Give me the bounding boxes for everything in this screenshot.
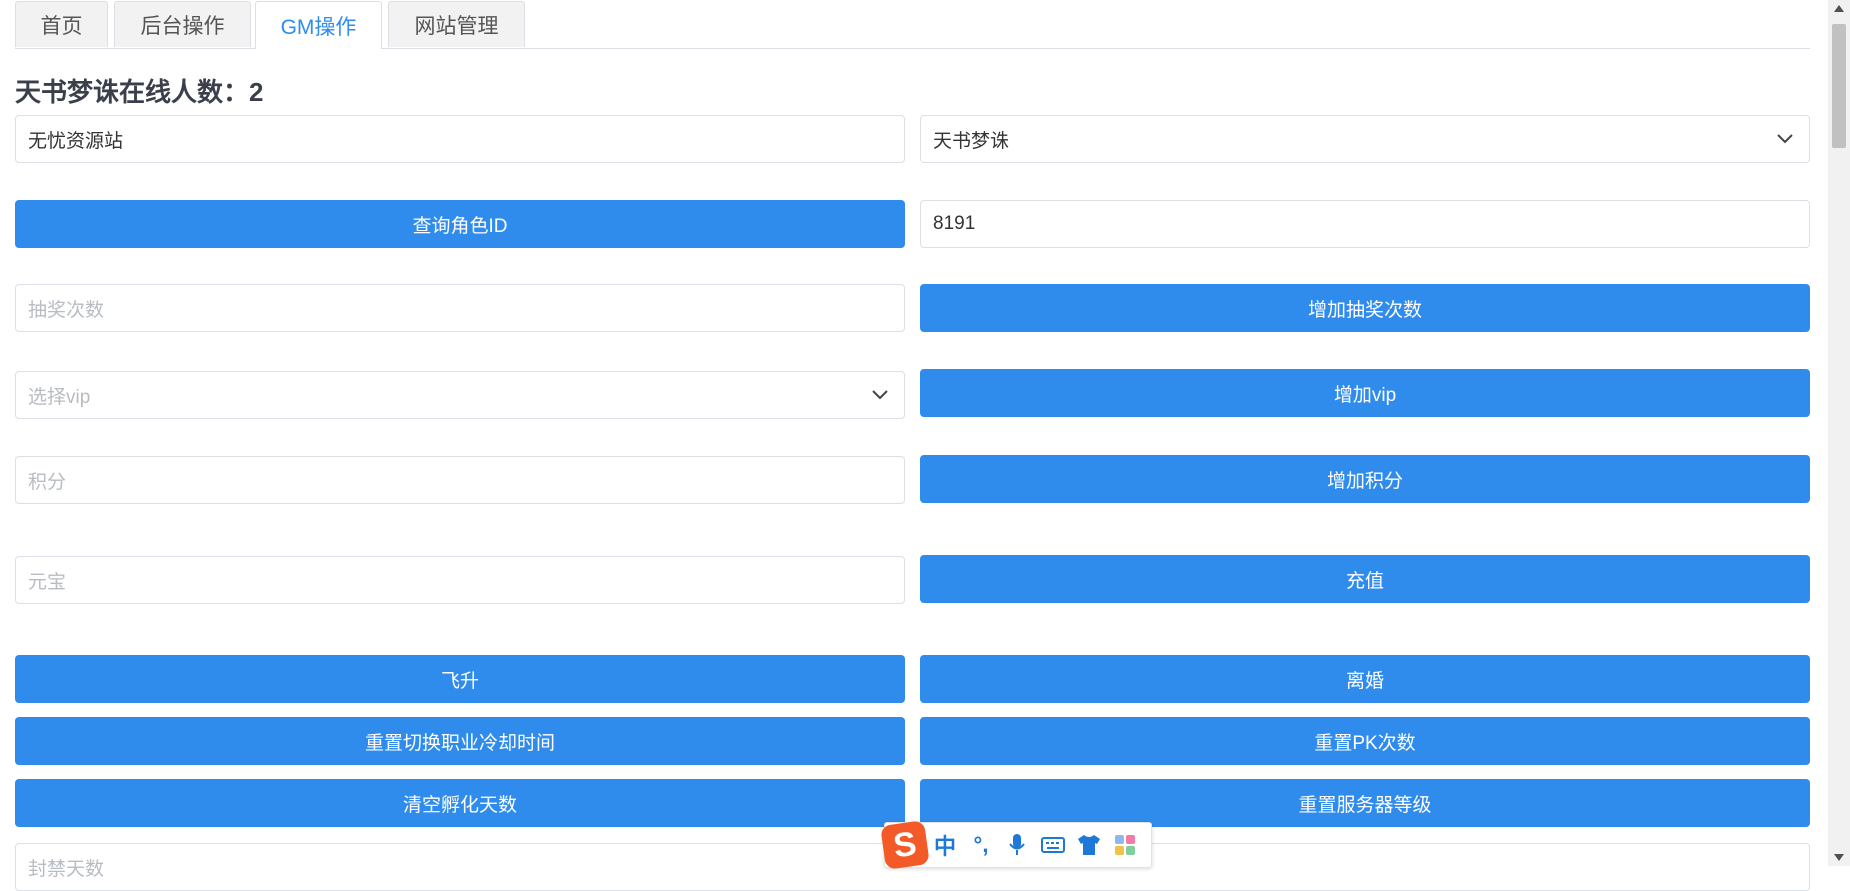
ime-mode-toggle[interactable]: 中 bbox=[927, 827, 963, 863]
chevron-down-icon bbox=[872, 390, 888, 400]
role-id-field[interactable]: 8191 bbox=[920, 200, 1810, 248]
scroll-up-arrow-icon[interactable] bbox=[1833, 3, 1845, 13]
lottery-count-input[interactable]: 抽奖次数 bbox=[15, 284, 905, 332]
ime-toolbar: S 中 °, bbox=[880, 820, 1152, 870]
tab-bar: 首页 后台操作 GM操作 网站管理 bbox=[15, 1, 1810, 49]
sogou-logo-icon[interactable]: S bbox=[880, 820, 930, 870]
vip-select[interactable]: 选择vip bbox=[15, 371, 905, 419]
microphone-icon[interactable] bbox=[999, 827, 1035, 863]
divorce-button[interactable]: 离婚 bbox=[920, 655, 1810, 703]
online-count-title: 天书梦诛在线人数：2 bbox=[15, 77, 264, 107]
scroll-thumb[interactable] bbox=[1832, 24, 1846, 148]
server-select[interactable]: 天书梦诛 bbox=[920, 115, 1810, 163]
scroll-down-arrow-icon[interactable] bbox=[1833, 853, 1845, 863]
ascend-button[interactable]: 飞升 bbox=[15, 655, 905, 703]
tab-home[interactable]: 首页 bbox=[15, 1, 108, 47]
vertical-scrollbar[interactable] bbox=[1828, 0, 1850, 866]
add-lottery-button[interactable]: 增加抽奖次数 bbox=[920, 284, 1810, 332]
chevron-down-icon bbox=[1777, 134, 1793, 144]
role-id-value: 8191 bbox=[933, 213, 976, 234]
ban-days-placeholder: 封禁天数 bbox=[28, 858, 105, 880]
recharge-button[interactable]: 充值 bbox=[920, 555, 1810, 603]
tab-label: 网站管理 bbox=[414, 14, 499, 38]
gm-page: 首页 后台操作 GM操作 网站管理 天书梦诛在线人数：2 无忧资源站 天书梦诛 … bbox=[0, 0, 1828, 891]
points-placeholder: 积分 bbox=[28, 471, 67, 493]
tab-label: 后台操作 bbox=[140, 14, 225, 38]
keyboard-icon[interactable] bbox=[1035, 827, 1071, 863]
tab-label: GM操作 bbox=[280, 15, 357, 39]
add-points-button[interactable]: 增加积分 bbox=[920, 455, 1810, 503]
clear-hatch-days-button[interactable]: 清空孵化天数 bbox=[15, 779, 905, 827]
tab-site-management[interactable]: 网站管理 bbox=[388, 1, 525, 47]
ime-punctuation-toggle[interactable]: °, bbox=[963, 827, 999, 863]
lottery-count-placeholder: 抽奖次数 bbox=[28, 299, 105, 321]
points-input[interactable]: 积分 bbox=[15, 456, 905, 504]
vip-select-placeholder: 选择vip bbox=[28, 386, 91, 408]
tab-label: 首页 bbox=[40, 14, 83, 38]
tab-gm[interactable]: GM操作 bbox=[255, 1, 382, 49]
skin-shirt-icon[interactable] bbox=[1071, 827, 1107, 863]
yuanbao-placeholder: 元宝 bbox=[28, 571, 67, 593]
reset-server-level-button[interactable]: 重置服务器等级 bbox=[920, 779, 1810, 827]
tab-backend[interactable]: 后台操作 bbox=[114, 1, 251, 47]
toolbox-icon[interactable] bbox=[1107, 827, 1143, 863]
query-role-id-button[interactable]: 查询角色ID bbox=[15, 200, 905, 248]
add-vip-button[interactable]: 增加vip bbox=[920, 369, 1810, 417]
reset-class-cooldown-button[interactable]: 重置切换职业冷却时间 bbox=[15, 717, 905, 765]
yuanbao-input[interactable]: 元宝 bbox=[15, 556, 905, 604]
site-name-value: 无忧资源站 bbox=[28, 130, 124, 152]
server-select-value: 天书梦诛 bbox=[933, 130, 1010, 152]
reset-pk-button[interactable]: 重置PK次数 bbox=[920, 717, 1810, 765]
site-name-field[interactable]: 无忧资源站 bbox=[15, 115, 905, 163]
